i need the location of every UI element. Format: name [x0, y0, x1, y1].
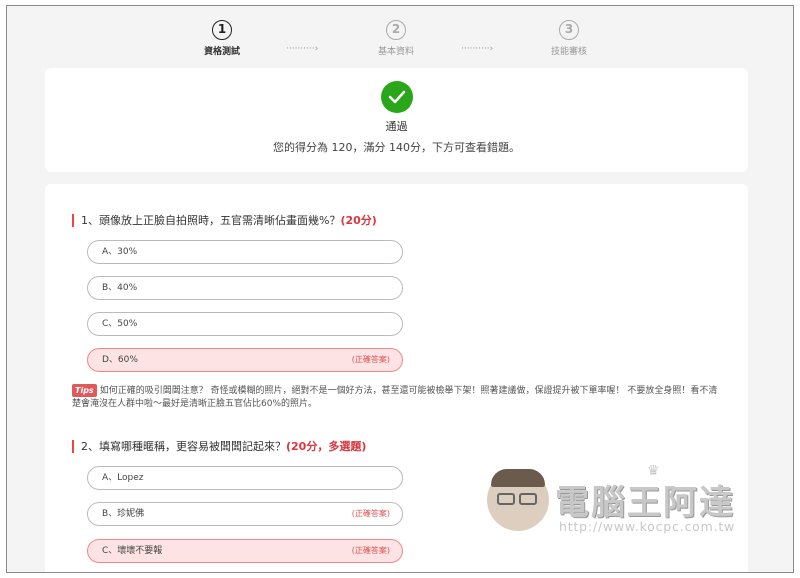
answer-option-correct[interactable]: C、壞壞不要報 (正確答案)	[87, 539, 403, 563]
app-frame: 1 資格測試 ··········› 2 基本資料 ··········› 3 …	[6, 5, 794, 573]
step-connector: ··········›	[461, 44, 494, 54]
question-points: (20分)	[340, 214, 377, 227]
site-watermark: ♛ 電腦王阿達 http://www.kocpc.com.tw	[487, 461, 777, 543]
step-skill-review: 3 技能審核	[529, 18, 609, 57]
option-label: A、Lopez	[102, 473, 144, 483]
tips-block: Tips 如何正確的吸引闆闆注意？ 奇怪或模糊的照片，絕對不是一個好方法，甚至還可…	[72, 384, 722, 411]
step-basic-info: 2 基本資料	[356, 18, 436, 57]
watermark-title: 電腦王阿達	[555, 483, 735, 523]
progress-stepper: 1 資格測試 ··········› 2 基本資料 ··········› 3 …	[7, 6, 793, 68]
tips-text: 如何正確的吸引闆闆注意？ 奇怪或模糊的照片，絕對不是一個好方法，甚至還可能被檢舉…	[72, 386, 718, 409]
answer-option[interactable]: B、40%	[87, 276, 403, 300]
question-points: (20分，多選題)	[286, 440, 367, 453]
answer-option[interactable]: A、30%	[87, 240, 403, 264]
correct-answer-tag: (正確答案)	[351, 355, 390, 364]
tips-badge: Tips	[72, 384, 97, 397]
question-title: 1、頭像放上正臉自拍照時，五官需清晰佔畫面幾%？(20分)	[72, 214, 377, 227]
step-connector: ··········›	[286, 44, 319, 54]
watermark-url: http://www.kocpc.com.tw	[559, 519, 736, 534]
answer-option[interactable]: A、Lopez	[87, 466, 403, 490]
option-label: B、珍妮佛	[102, 509, 145, 519]
option-label: B、40%	[102, 283, 138, 293]
option-label: A、30%	[102, 247, 138, 257]
step-label: 基本資料	[377, 47, 414, 57]
step-number: 2	[386, 20, 406, 40]
mascot-face-icon	[487, 469, 549, 531]
correct-answer-tag: (正確答案)	[351, 546, 390, 555]
step-qualification-test: 1 資格測試	[182, 18, 262, 57]
score-summary: 您的得分為 120，滿分 140分，下方可查看錯題。	[273, 141, 520, 154]
answer-option-correct[interactable]: D、60% (正確答案)	[87, 348, 403, 372]
answer-option[interactable]: C、50%	[87, 312, 403, 336]
check-icon	[381, 81, 413, 113]
option-label: D、60%	[102, 355, 138, 365]
option-label: C、50%	[102, 319, 138, 329]
result-card: 通過 您的得分為 120，滿分 140分，下方可查看錯題。	[45, 68, 748, 172]
step-label: 技能審核	[550, 47, 587, 57]
step-number: 3	[559, 20, 579, 40]
question-text: 1、頭像放上正臉自拍照時，五官需清晰佔畫面幾%？	[81, 214, 341, 227]
step-label: 資格測試	[203, 47, 240, 57]
step-number: 1	[212, 20, 232, 40]
answer-option[interactable]: B、珍妮佛 (正確答案)	[87, 502, 403, 526]
pass-status: 通過	[385, 120, 408, 133]
question-text: 2、填寫哪種暱稱，更容易被闆闆記起來？	[81, 440, 286, 453]
question-title: 2、填寫哪種暱稱，更容易被闆闆記起來？(20分，多選題)	[72, 440, 366, 453]
option-label: C、壞壞不要報	[102, 546, 163, 556]
correct-answer-tag: (正確答案)	[351, 509, 390, 518]
